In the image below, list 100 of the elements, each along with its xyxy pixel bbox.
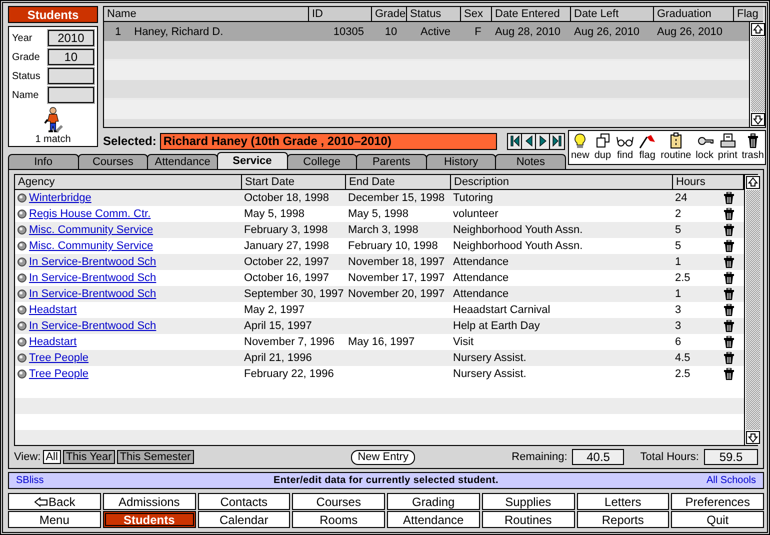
scrollbar[interactable] bbox=[744, 175, 760, 445]
next-record-button[interactable] bbox=[536, 134, 550, 148]
agency-link[interactable]: In Service-Brentwood Sch bbox=[29, 256, 156, 268]
nav-button[interactable]: Letters bbox=[576, 493, 670, 510]
table-cell-text: Aug 28, 2010 bbox=[494, 26, 562, 38]
previous-record-button[interactable] bbox=[522, 134, 536, 148]
scroll-up-icon[interactable] bbox=[746, 176, 760, 189]
table-cell-text: March 3, 1998 bbox=[347, 224, 420, 236]
agency-link[interactable]: Tree People bbox=[29, 368, 89, 380]
trash-icon[interactable] bbox=[724, 320, 734, 332]
scrollbar[interactable] bbox=[749, 22, 765, 127]
agency-link[interactable]: Headstart bbox=[29, 336, 77, 348]
scroll-down-icon[interactable] bbox=[751, 113, 765, 126]
column-header[interactable]: Grade bbox=[372, 7, 407, 22]
scroll-up-icon[interactable] bbox=[751, 23, 765, 36]
nav-button[interactable]: Rooms bbox=[292, 511, 385, 528]
column-header[interactable]: Flag bbox=[734, 7, 763, 22]
view-button[interactable]: This Year bbox=[62, 450, 115, 464]
scroll-down-icon[interactable] bbox=[746, 431, 760, 444]
nav-button[interactable]: Contacts bbox=[198, 493, 290, 510]
trash-icon[interactable] bbox=[724, 192, 734, 204]
input-field[interactable] bbox=[48, 87, 94, 103]
column-header[interactable]: ID bbox=[309, 7, 372, 22]
column-header[interactable]: Date Entered bbox=[492, 7, 571, 22]
column-header[interactable]: Description bbox=[451, 175, 673, 190]
nav-button[interactable]: Preferences bbox=[671, 493, 764, 510]
trash-icon[interactable] bbox=[724, 336, 734, 348]
nav-button[interactable]: Courses bbox=[292, 493, 385, 510]
trash-icon[interactable] bbox=[724, 272, 734, 284]
trash-icon[interactable] bbox=[724, 352, 734, 364]
input-field[interactable]: 2010 bbox=[48, 30, 94, 46]
toolbar-button[interactable]: flag bbox=[638, 132, 656, 164]
tab[interactable]: Parents bbox=[356, 154, 427, 169]
nav-button[interactable]: Students bbox=[102, 511, 196, 528]
column-header[interactable]: Graduation bbox=[654, 7, 734, 22]
trash-icon[interactable] bbox=[724, 224, 734, 236]
tab[interactable]: Courses bbox=[78, 154, 148, 169]
agency-link[interactable]: In Service-Brentwood Sch bbox=[29, 288, 156, 300]
agency-link[interactable]: Winterbridge bbox=[29, 192, 92, 204]
new-entry-button[interactable]: New Entry bbox=[350, 450, 416, 464]
table-cell: 6 bbox=[675, 336, 682, 348]
toolbar-button[interactable]: print bbox=[718, 132, 738, 164]
tab[interactable]: Attendance bbox=[147, 154, 218, 169]
agency-link[interactable]: In Service-Brentwood Sch bbox=[29, 320, 156, 332]
input-field[interactable]: 10 bbox=[48, 49, 94, 65]
table-cell-text: October 16, 1997 bbox=[243, 272, 330, 284]
nav-button[interactable]: Admissions bbox=[102, 493, 196, 510]
toolbar-button[interactable]: find bbox=[616, 132, 634, 164]
student-row[interactable]: 1 Haney, Richard D. 10305 10 Active F Aug 28, 2010 Aug 26, 2010 Aug 26, 2010 bbox=[104, 22, 749, 41]
column-header[interactable]: Sex bbox=[461, 7, 492, 22]
tab[interactable]: Notes bbox=[495, 154, 566, 169]
trash-icon[interactable] bbox=[724, 288, 734, 300]
agency-link[interactable]: Tree People bbox=[29, 352, 89, 364]
nav-button[interactable]: Reports bbox=[576, 511, 670, 528]
toolbar-button[interactable]: dup bbox=[594, 132, 612, 164]
agency-link[interactable]: In Service-Brentwood Sch bbox=[29, 272, 156, 284]
agency-link[interactable]: Regis House Comm. Ctr. bbox=[29, 208, 151, 220]
toolbar-button[interactable]: new bbox=[571, 132, 590, 164]
column-header[interactable]: Status bbox=[407, 7, 461, 22]
column-header[interactable]: End Date bbox=[346, 175, 451, 190]
table-cell: 2.5 bbox=[675, 272, 690, 284]
nav-button[interactable]: Menu bbox=[8, 511, 101, 528]
nav-button[interactable]: Routines bbox=[482, 511, 574, 528]
agency-link[interactable]: Misc. Community Service bbox=[29, 240, 154, 252]
trash-icon[interactable] bbox=[724, 304, 734, 316]
trash-icon[interactable] bbox=[724, 240, 734, 252]
view-button[interactable]: All bbox=[42, 450, 61, 464]
trash-icon[interactable] bbox=[724, 256, 734, 268]
column-header[interactable]: Name bbox=[104, 7, 309, 22]
view-button[interactable]: This Semester bbox=[116, 450, 194, 464]
trash-icon[interactable] bbox=[724, 208, 734, 220]
nav-button[interactable]: Grading bbox=[387, 493, 480, 510]
agency-link[interactable]: Headstart bbox=[29, 304, 77, 316]
column-header[interactable]: Hours bbox=[673, 175, 744, 190]
column-header[interactable]: Start Date bbox=[242, 175, 346, 190]
toolbar-button[interactable]: lock bbox=[696, 132, 714, 164]
input-field[interactable] bbox=[48, 68, 94, 84]
column-header[interactable]: Agency bbox=[15, 175, 242, 190]
agency-link[interactable]: Misc. Community Service bbox=[29, 224, 154, 236]
nav-button[interactable]: Supplies bbox=[482, 493, 574, 510]
school-scope: All Schools bbox=[706, 475, 756, 486]
tab[interactable]: College bbox=[286, 154, 358, 169]
tab[interactable]: Info bbox=[8, 154, 79, 169]
last-record-button[interactable] bbox=[550, 134, 564, 148]
table-cell: 2.5 bbox=[675, 368, 690, 380]
table-cell-text: Nursery Assist. bbox=[452, 368, 528, 380]
table-cell-text: April 21, 1996 bbox=[243, 352, 313, 364]
field-label: Grade bbox=[12, 52, 41, 62]
tab[interactable]: History bbox=[426, 154, 496, 169]
trash-icon[interactable] bbox=[724, 368, 734, 380]
nav-button[interactable]: Calendar bbox=[198, 511, 290, 528]
nav-button[interactable]: Back bbox=[8, 493, 101, 510]
tab[interactable]: Service bbox=[216, 152, 288, 169]
toolbar-button[interactable]: routine bbox=[660, 132, 692, 164]
nav-button[interactable]: Quit bbox=[671, 511, 764, 528]
nav-button[interactable]: Attendance bbox=[387, 511, 480, 528]
first-record-button[interactable] bbox=[508, 134, 522, 148]
toolbar-button[interactable]: trash bbox=[742, 132, 764, 164]
panel-title: Students bbox=[8, 6, 98, 23]
column-header[interactable]: Date Left bbox=[571, 7, 654, 22]
